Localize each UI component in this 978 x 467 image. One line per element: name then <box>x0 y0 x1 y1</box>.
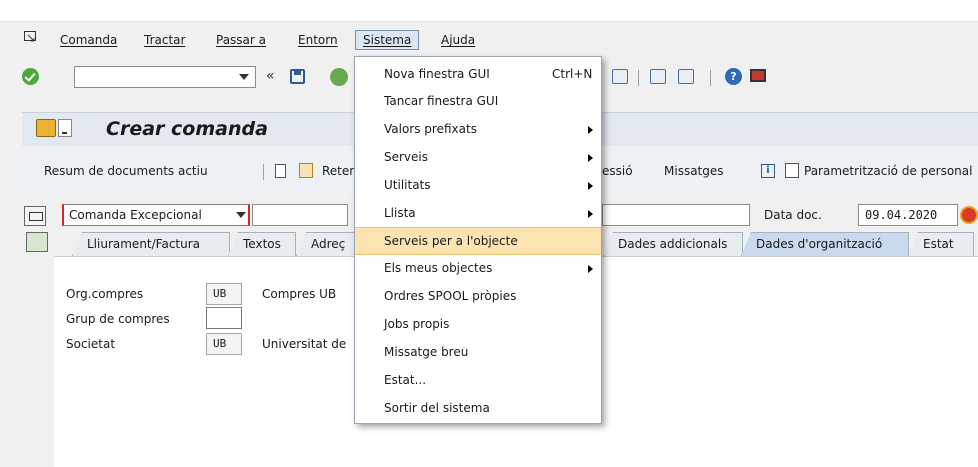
personal-settings-button[interactable]: Parametrització de personal <box>804 164 972 178</box>
tab-delivery-invoice[interactable]: Lliurament/Factura <box>72 232 230 256</box>
menu-item-short-message[interactable]: Missatge breu <box>355 339 601 367</box>
company-label: Societat <box>66 337 116 351</box>
doc-date-field[interactable]: 09.04.2020 <box>858 204 958 226</box>
menu-tractar[interactable]: Tractar <box>144 33 185 47</box>
menu-entorn[interactable]: Entorn <box>298 33 338 47</box>
submenu-arrow-icon <box>588 265 593 273</box>
menu-item-label: Nova finestra GUI <box>384 67 490 81</box>
purch-org-label: Org.compres <box>66 287 144 301</box>
document-summary-button[interactable]: Resum de documents actiu <box>44 164 208 178</box>
menu-item-label: Estat... <box>384 373 427 387</box>
toolbar-separator <box>638 70 639 86</box>
menu-item-label: Serveis <box>384 150 429 164</box>
menu-item-label: Utilitats <box>384 178 431 192</box>
menu-item-label: Valors prefixats <box>384 122 477 136</box>
menu-item-shortcut: Ctrl+N <box>552 67 593 81</box>
status-light-icon <box>960 206 978 224</box>
submenu-arrow-icon <box>588 210 593 218</box>
new-session-icon[interactable] <box>650 69 666 84</box>
sistema-dropdown-menu: Nova finestra GUI Ctrl+N Tancar finestra… <box>354 56 602 424</box>
personal-settings-icon[interactable] <box>785 163 799 178</box>
menu-item-new-gui-window[interactable]: Nova finestra GUI Ctrl+N <box>355 61 601 89</box>
menu-item-own-jobs[interactable]: Jobs propis <box>355 311 601 339</box>
menu-ajuda[interactable]: Ajuda <box>441 33 475 47</box>
submenu-arrow-icon <box>588 182 593 190</box>
command-field[interactable] <box>74 66 256 88</box>
menu-item-my-objects[interactable]: Els meus objectes <box>355 255 601 283</box>
supplier-field[interactable] <box>602 204 750 226</box>
tab-status[interactable]: Estat <box>908 232 974 256</box>
menu-item-label: Sortir del sistema <box>384 401 490 415</box>
help-icon[interactable]: ? <box>725 68 742 85</box>
hold-icon[interactable] <box>299 163 313 178</box>
menu-item-close-gui-window[interactable]: Tancar finestra GUI <box>355 88 601 116</box>
title-menu-button[interactable] <box>58 119 72 137</box>
menu-comanda[interactable]: Comanda <box>60 33 117 47</box>
menu-item-object-services[interactable]: Serveis per a l'objecte <box>355 227 601 255</box>
purch-org-desc: Compres UB <box>262 287 337 301</box>
back-icon[interactable] <box>330 68 348 86</box>
tab-org-data[interactable]: Dades d'organització <box>741 232 909 256</box>
menu-icon[interactable] <box>24 31 38 43</box>
company-desc: Universitat de <box>262 337 347 351</box>
document-icon[interactable] <box>275 164 286 178</box>
purch-group-input[interactable] <box>206 307 242 329</box>
toolbar-separator <box>263 164 264 180</box>
save-icon[interactable] <box>290 69 305 84</box>
menu-item-label: Missatge breu <box>384 345 469 359</box>
cart-icon[interactable] <box>24 206 46 226</box>
menu-item-services[interactable]: Serveis <box>355 144 601 172</box>
order-type-select[interactable]: Comanda Excepcional <box>62 204 250 226</box>
toolbar-separator <box>710 70 711 86</box>
expand-header-icon[interactable] <box>26 232 48 252</box>
menu-item-list[interactable]: Llista <box>355 200 601 228</box>
transaction-icon[interactable] <box>36 119 56 137</box>
tab-texts[interactable]: Textos <box>228 232 296 256</box>
order-type-value: Comanda Excepcional <box>69 208 202 222</box>
tab-additional-data[interactable]: Dades addicionals <box>603 232 743 256</box>
info-icon[interactable]: i <box>761 164 775 178</box>
page-title: Crear comanda <box>106 118 268 140</box>
menu-item-label: Els meus objectes <box>384 261 493 275</box>
layout-settings-icon[interactable] <box>750 69 766 82</box>
print-preview-button[interactable]: essió <box>602 164 633 178</box>
submenu-arrow-icon <box>588 126 593 134</box>
menu-item-default-values[interactable]: Valors prefixats <box>355 116 601 144</box>
purch-group-label: Grup de compres <box>66 312 170 326</box>
back-history-icon[interactable]: « <box>266 68 275 84</box>
menu-passar-a[interactable]: Passar a <box>216 33 266 47</box>
submenu-arrow-icon <box>588 154 593 162</box>
menu-item-label: Ordres SPOOL pròpies <box>384 289 517 303</box>
order-number-field[interactable] <box>252 204 348 226</box>
chevron-down-icon[interactable] <box>236 212 246 218</box>
menu-item-label: Llista <box>384 206 416 220</box>
chevron-down-icon[interactable] <box>239 74 249 80</box>
menu-item-utilities[interactable]: Utilitats <box>355 172 601 200</box>
menu-sistema[interactable]: Sistema <box>355 30 420 50</box>
window-top-bar <box>0 0 978 22</box>
menu-item-label: Jobs propis <box>384 317 450 331</box>
tab-address[interactable]: Adreç <box>296 232 356 256</box>
purch-org-field: UB <box>206 283 242 305</box>
messages-button[interactable]: Missatges <box>664 164 724 178</box>
menu-item-log-off[interactable]: Sortir del sistema <box>355 395 601 423</box>
menu-bar: Comanda Tractar Passar a Entorn Sistema … <box>0 28 978 54</box>
doc-date-label: Data doc. <box>764 208 822 222</box>
menu-item-label: Tancar finestra GUI <box>384 94 499 108</box>
menu-item-label: Serveis per a l'objecte <box>384 234 518 248</box>
menu-item-status[interactable]: Estat... <box>355 367 601 395</box>
company-field: UB <box>206 333 242 355</box>
menu-item-own-spool-requests[interactable]: Ordres SPOOL pròpies <box>355 283 601 311</box>
enter-check-icon[interactable] <box>22 68 39 85</box>
shortcut-icon[interactable] <box>678 69 694 84</box>
find-icon[interactable] <box>612 69 628 84</box>
